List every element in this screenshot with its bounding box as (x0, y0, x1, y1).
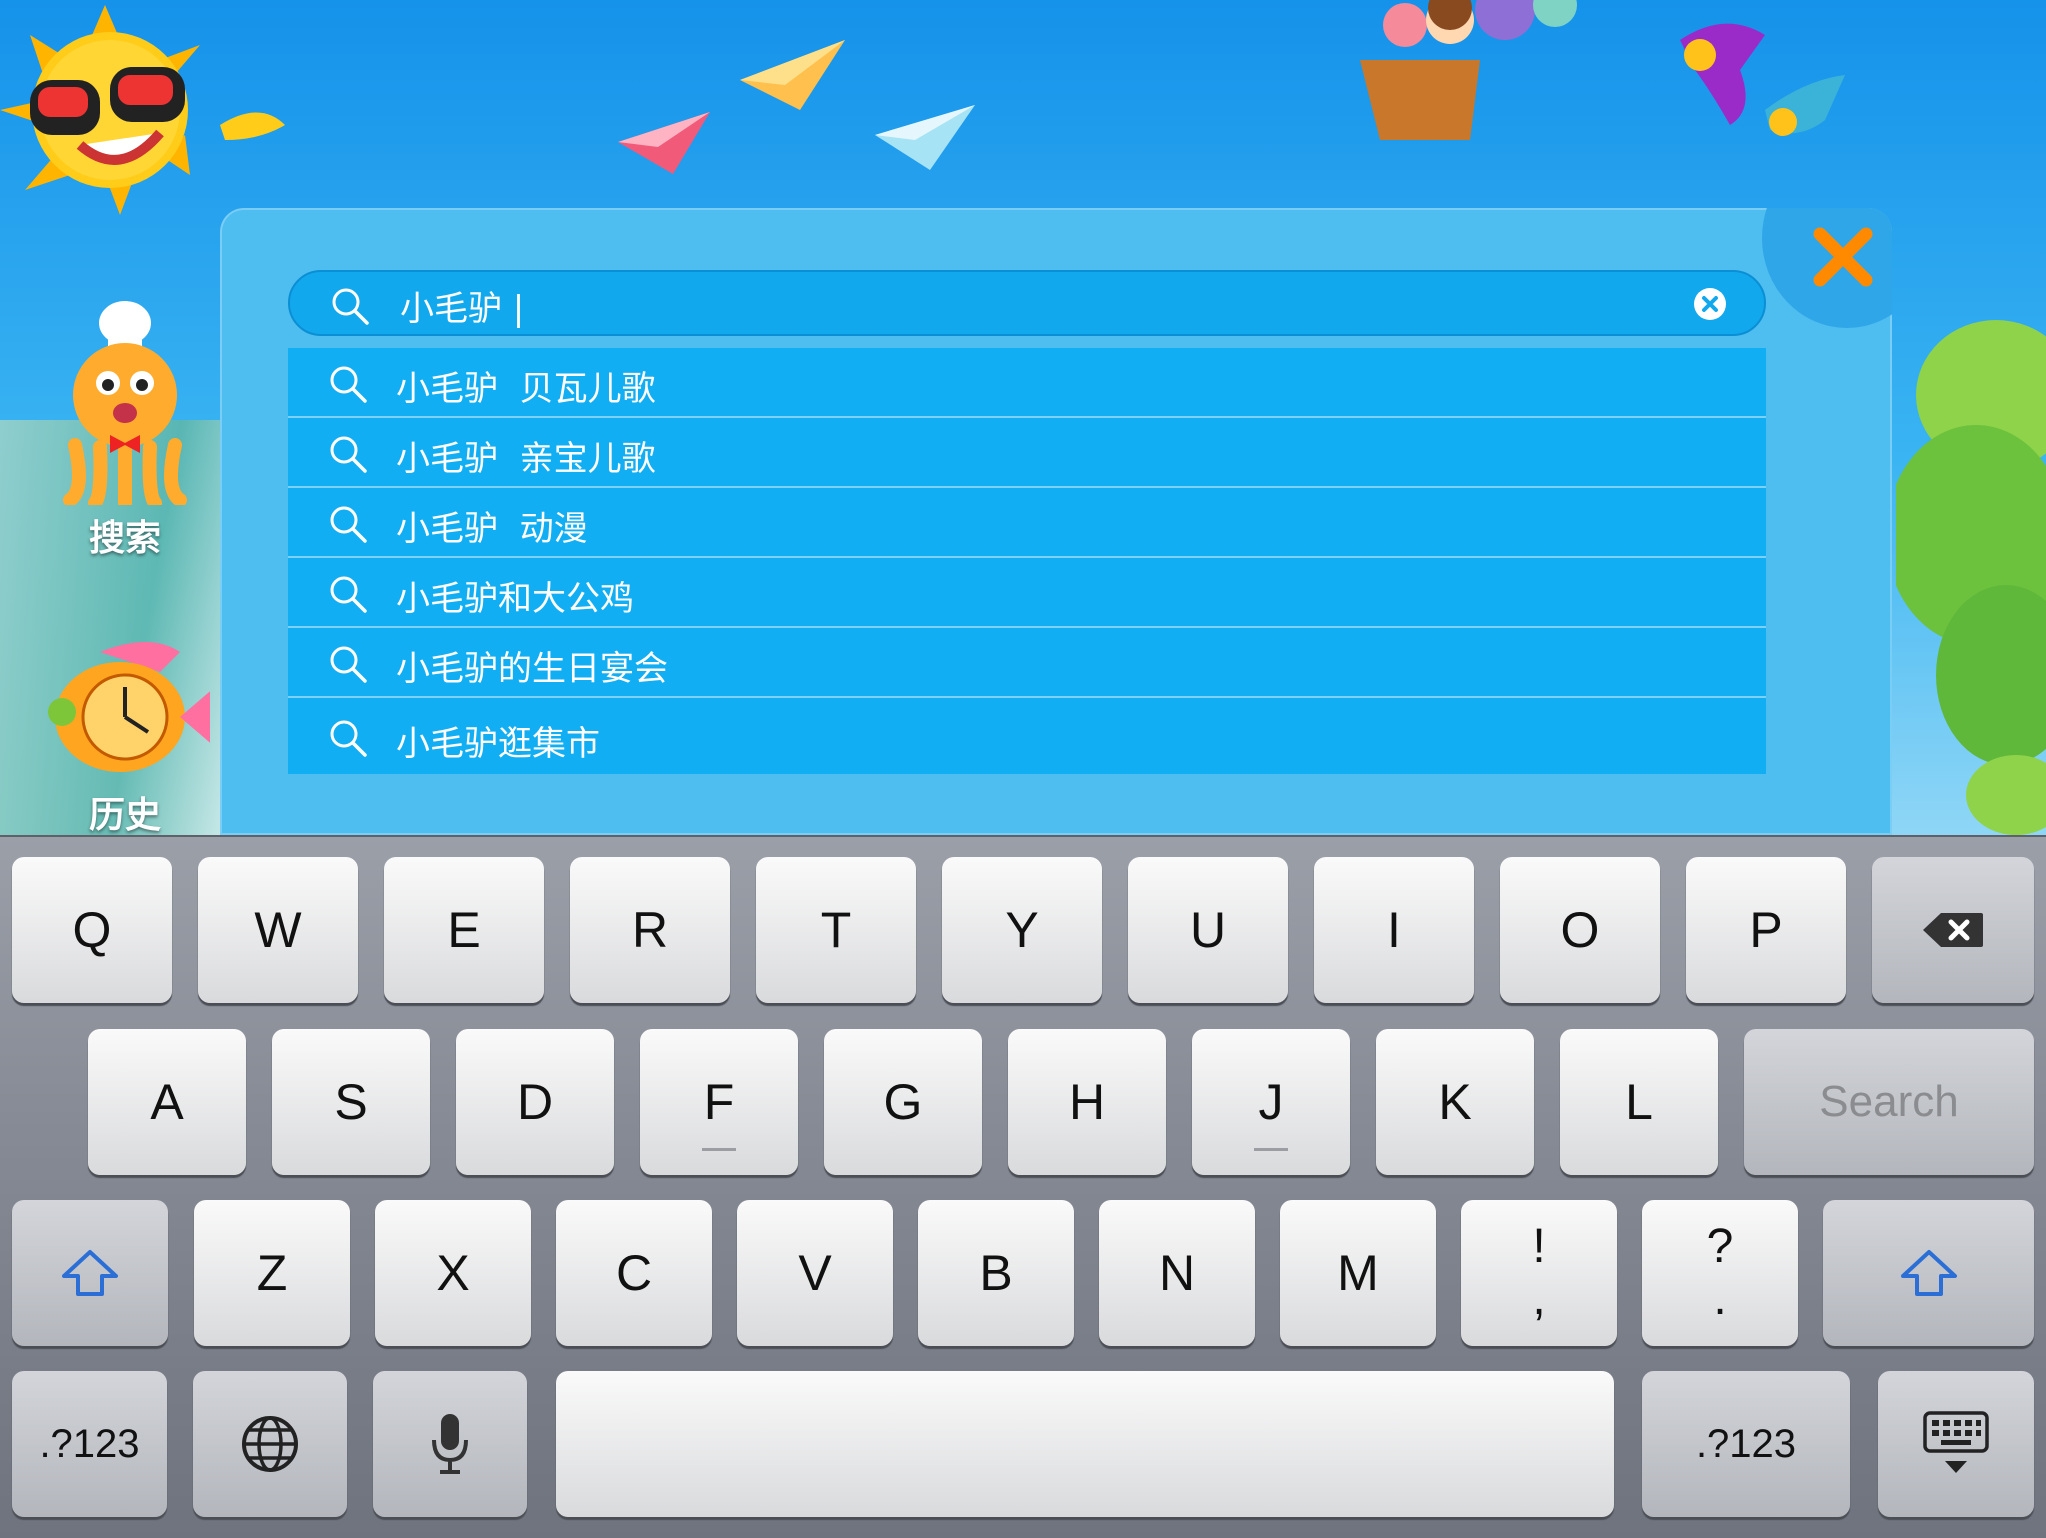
key-bottom-char: , (1532, 1272, 1546, 1325)
key-y[interactable]: Y (942, 857, 1102, 1003)
numbers-key-right[interactable]: .?123 (1642, 1371, 1850, 1517)
key-g[interactable]: G (824, 1029, 982, 1175)
suggestion-item[interactable]: 小毛驴逛集市 (288, 698, 1766, 774)
key-j-label: J (1258, 1074, 1284, 1130)
key-s[interactable]: S (272, 1029, 430, 1175)
search-icon (330, 366, 367, 403)
search-icon (330, 506, 367, 543)
key-d[interactable]: D (456, 1029, 614, 1175)
shift-icon (1900, 1250, 1957, 1296)
key-b[interactable]: B (918, 1200, 1074, 1346)
key-r[interactable]: R (570, 857, 730, 1003)
key-z[interactable]: Z (194, 1200, 350, 1346)
suggestion-item[interactable]: 小毛驴 贝瓦儿歌 (288, 348, 1766, 418)
key-n[interactable]: N (1099, 1200, 1255, 1346)
search-input[interactable] (398, 280, 1662, 330)
octopus-chef-icon (63, 301, 187, 510)
paper-plane-icon (875, 105, 975, 170)
key-a[interactable]: A (88, 1029, 246, 1175)
key-e[interactable]: E (384, 857, 544, 1003)
space-bar[interactable] (556, 1371, 1614, 1517)
key-f[interactable]: F (640, 1029, 798, 1175)
nav-history-label: 历史 (88, 795, 161, 836)
tree-icon (1896, 320, 2046, 835)
numbers-key-left[interactable]: .?123 (12, 1371, 167, 1517)
key-u[interactable]: U (1128, 857, 1288, 1003)
suggestion-text: 小毛驴 动漫 (396, 509, 588, 549)
onscreen-keyboard: Q W E R T Y U I O P A S D F G H J K L Se… (0, 835, 2046, 1538)
paper-plane-icon (618, 112, 710, 174)
search-key[interactable]: Search (1744, 1029, 2034, 1175)
dictation-key[interactable] (373, 1371, 527, 1517)
microphone-icon (432, 1414, 468, 1474)
suggestion-item[interactable]: 小毛驴 亲宝儿歌 (288, 418, 1766, 488)
key-bottom-char: . (1713, 1272, 1727, 1325)
suggestion-list: 小毛驴 贝瓦儿歌 小毛驴 亲宝儿歌 小毛驴 动漫 小毛驴和大公鸡 小毛驴的生日宴… (288, 348, 1766, 774)
key-v[interactable]: V (737, 1200, 893, 1346)
key-h[interactable]: H (1008, 1029, 1166, 1175)
sun-icon (0, 5, 285, 215)
globe-key[interactable] (193, 1371, 347, 1517)
search-icon (332, 288, 369, 325)
hide-keyboard-icon (1923, 1411, 1989, 1473)
hide-keyboard-key[interactable] (1878, 1371, 2034, 1517)
key-p[interactable]: P (1686, 857, 1846, 1003)
suggestion-text: 小毛驴 亲宝儿歌 (396, 439, 656, 479)
key-l[interactable]: L (1560, 1029, 1718, 1175)
key-m[interactable]: M (1280, 1200, 1436, 1346)
key-j[interactable]: J (1192, 1029, 1350, 1175)
shift-key-right[interactable] (1823, 1200, 2034, 1346)
nav-search-label: 搜索 (88, 518, 161, 559)
search-icon (330, 720, 367, 757)
suggestion-text: 小毛驴 贝瓦儿歌 (396, 369, 656, 409)
key-f-label: F (703, 1074, 735, 1130)
close-icon[interactable] (1808, 222, 1878, 292)
search-icon (330, 646, 367, 683)
key-top-char: ? (1706, 1220, 1734, 1273)
shift-key-left[interactable] (12, 1200, 168, 1346)
key-f-bump (702, 1148, 736, 1151)
globe-icon (242, 1416, 298, 1472)
suggestion-item[interactable]: 小毛驴和大公鸡 (288, 558, 1766, 628)
key-top-char: ! (1532, 1220, 1546, 1273)
suggestion-item[interactable]: 小毛驴 动漫 (288, 488, 1766, 558)
fish-clock-icon (48, 642, 215, 772)
key-question-period[interactable]: ?. (1642, 1200, 1798, 1346)
backspace-icon (1923, 913, 1983, 947)
key-c[interactable]: C (556, 1200, 712, 1346)
clear-search-icon[interactable] (1694, 288, 1726, 320)
key-i[interactable]: I (1314, 857, 1474, 1003)
key-j-bump (1254, 1148, 1288, 1151)
suggestion-text: 小毛驴和大公鸡 (396, 579, 634, 619)
shift-icon (62, 1250, 118, 1296)
key-o[interactable]: O (1500, 857, 1660, 1003)
key-w[interactable]: W (198, 857, 358, 1003)
key-x[interactable]: X (375, 1200, 531, 1346)
key-q[interactable]: Q (12, 857, 172, 1003)
bird-icon (1765, 75, 1845, 136)
suggestion-text: 小毛驴逛集市 (396, 724, 600, 764)
key-exclaim-comma[interactable]: !, (1461, 1200, 1617, 1346)
search-bar (288, 270, 1766, 336)
paper-plane-icon (740, 40, 845, 110)
suggestion-item[interactable]: 小毛驴的生日宴会 (288, 628, 1766, 698)
nav-history[interactable]: 历史 (20, 632, 230, 838)
backspace-key[interactable] (1872, 857, 2034, 1003)
search-panel: 小毛驴 贝瓦儿歌 小毛驴 亲宝儿歌 小毛驴 动漫 小毛驴和大公鸡 小毛驴的生日宴… (220, 208, 1892, 835)
search-icon (330, 576, 367, 613)
search-icon (330, 436, 367, 473)
nav-search[interactable]: 搜索 (20, 295, 230, 561)
key-k[interactable]: K (1376, 1029, 1534, 1175)
suggestion-text: 小毛驴的生日宴会 (396, 649, 668, 689)
hot-air-balloon-icon (1360, 0, 1577, 140)
key-t[interactable]: T (756, 857, 916, 1003)
